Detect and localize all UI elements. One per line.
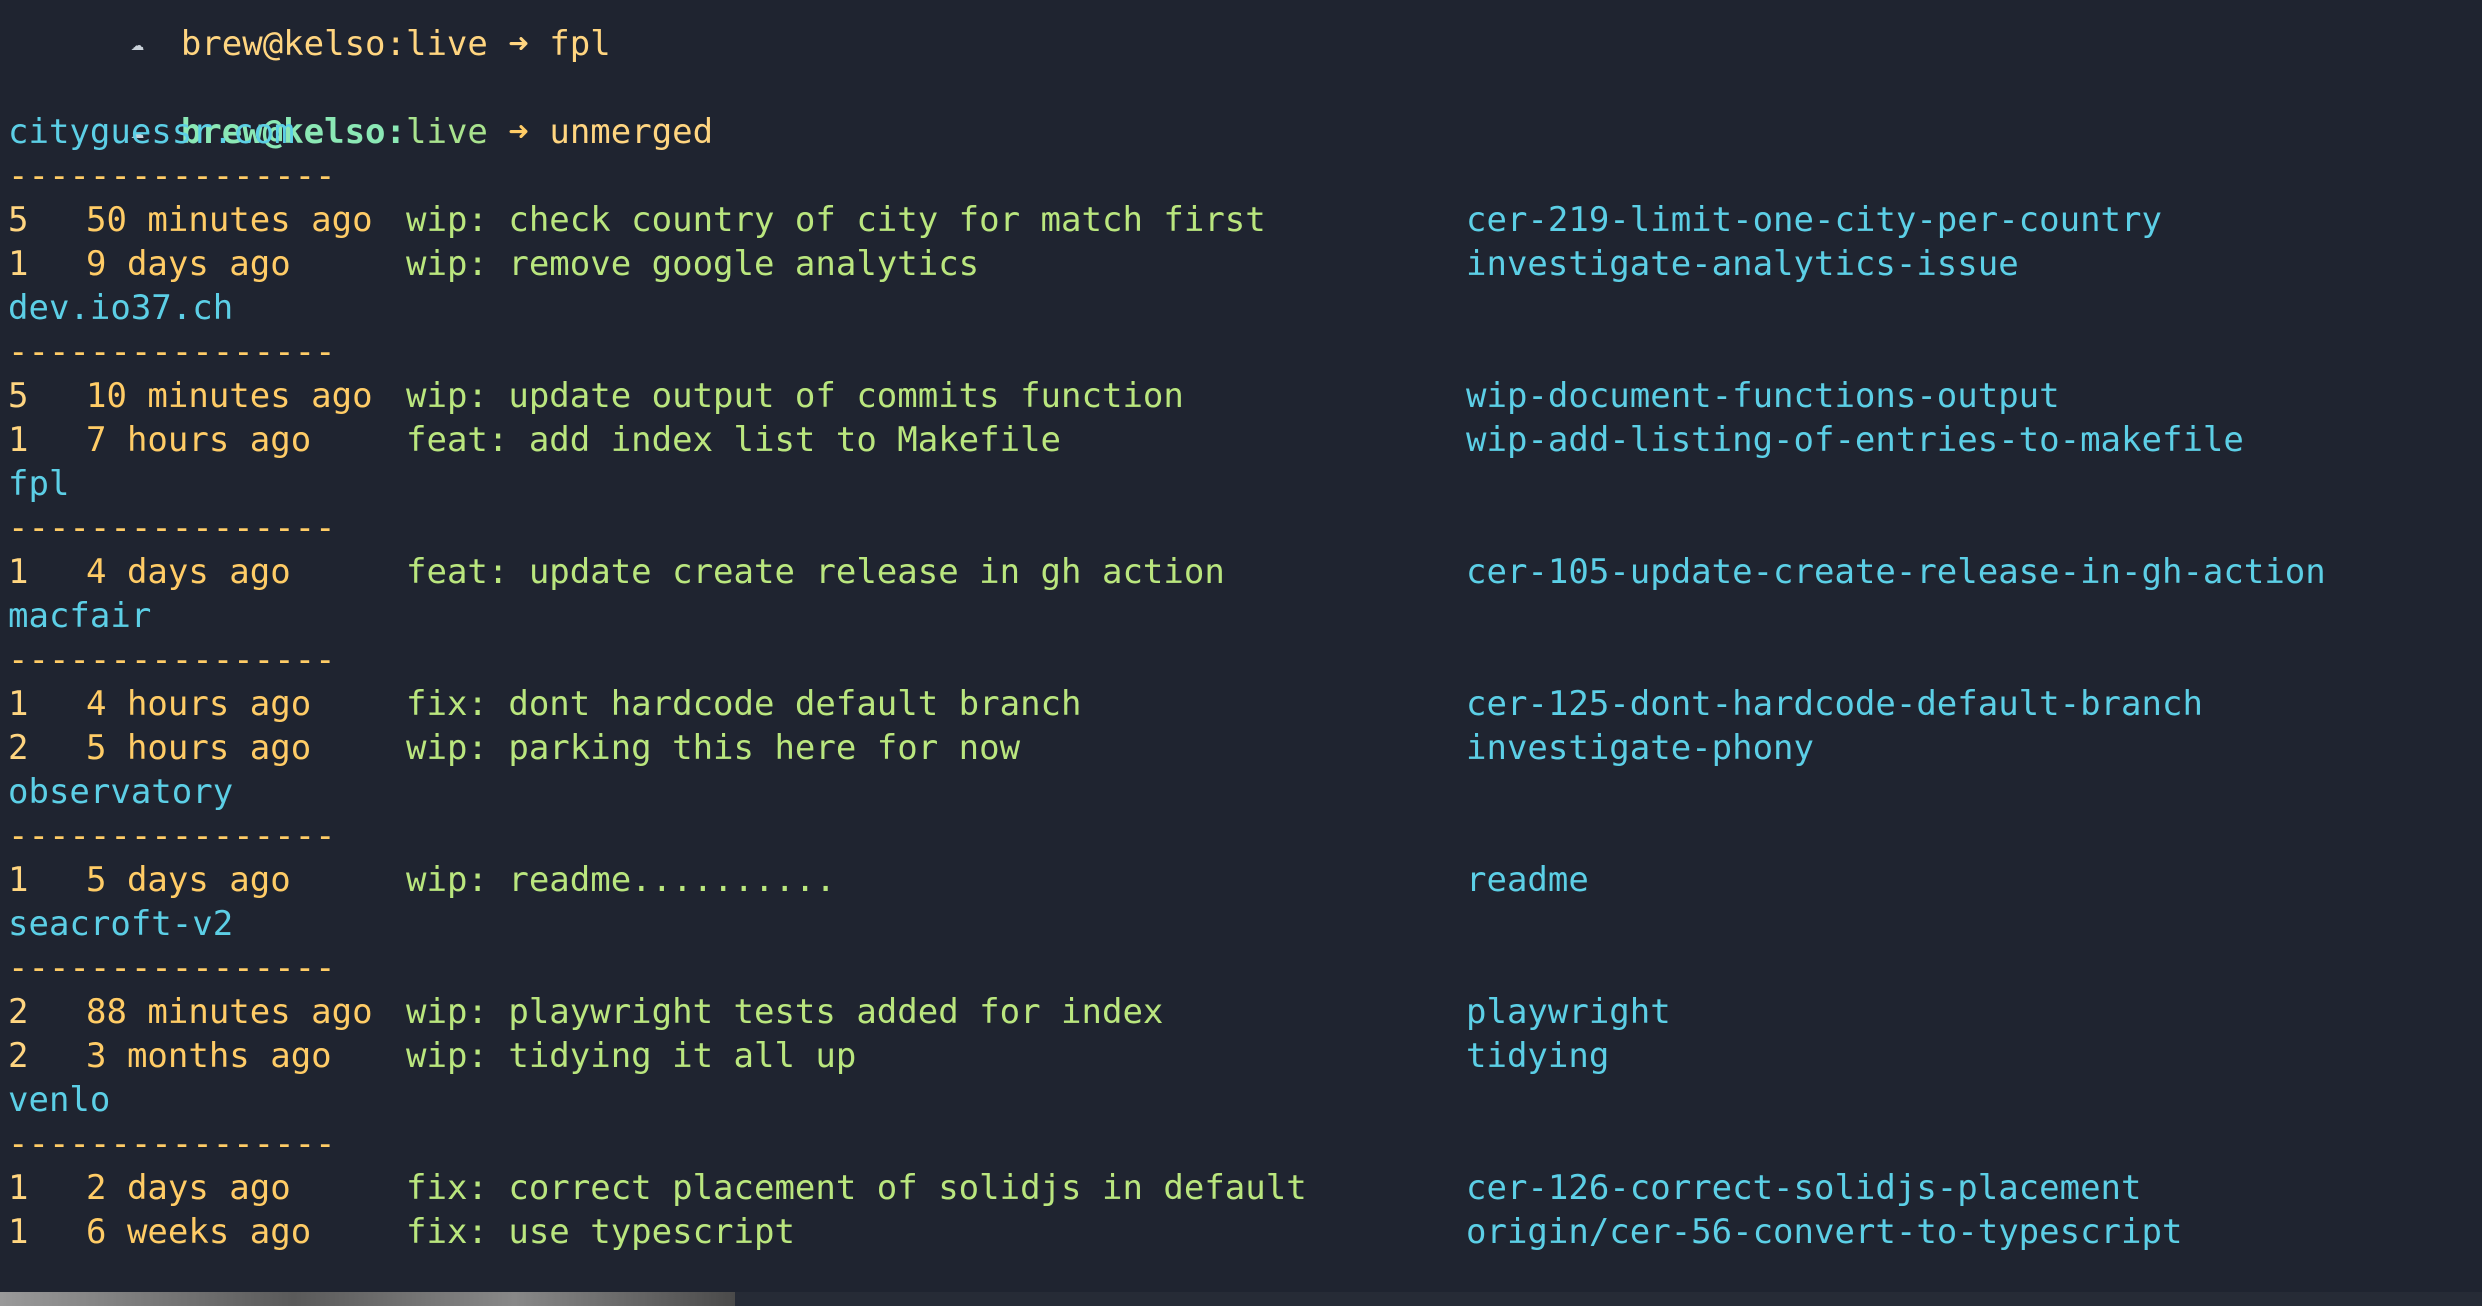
commit-count: 5 [8,200,29,240]
commit-message: feat: add index list to Makefile [406,420,1062,460]
commit-time: 50 minutes ago [86,200,373,240]
terminal-window[interactable]: ☁ brew@kelso:live ➜ fpl ☁ brew@kelso:live … [0,0,2482,1306]
commit-row: 1 5 days ago wip: readme.......... readme [8,858,2478,902]
commit-time: 88 minutes ago [86,992,373,1032]
repo-separator: ---------------- [8,508,336,548]
commit-count: 5 [8,376,29,416]
repo-separator: ---------------- [8,156,336,196]
commit-count: 2 [8,992,29,1032]
branch-name: investigate-phony [1466,728,1814,768]
branch-name: cer-105-update-create-release-in-gh-acti… [1466,552,2326,592]
terminal-output: ☁ brew@kelso:live ➜ fpl ☁ brew@kelso:live … [8,0,2478,1306]
repo-name: cityguessr.com [8,112,295,152]
commit-message: wip: tidying it all up [406,1036,857,1076]
repo-name: venlo [8,1080,111,1120]
branch-name: readme [1466,860,1589,900]
repo-separator: ---------------- [8,640,336,680]
commit-row: 2 5 hours ago wip: parking this here for n… [8,726,2478,770]
commit-time: 6 weeks ago [86,1212,312,1252]
branch-name: wip-add-listing-of-entries-to-makefile [1466,420,2244,460]
commit-row: 2 88 minutes ago wip: playwright tests add… [8,990,2478,1034]
repo-separator: ---------------- [8,816,336,856]
commit-message: feat: update create release in gh action [406,552,1225,592]
commit-time: 4 days ago [86,552,291,592]
commit-row: 5 10 minutes ago wip: update output of com… [8,374,2478,418]
commit-count: 1 [8,420,29,460]
commit-time: 2 days ago [86,1168,291,1208]
branch-name: cer-125-dont-hardcode-default-branch [1466,684,2203,724]
commit-row: 1 2 days ago fix: correct placement of sol… [8,1166,2478,1210]
repo-name: observatory [8,772,234,812]
repo-separator: ---------------- [8,1124,336,1164]
desktop-dock-strip [0,1292,2482,1306]
commit-time: 9 days ago [86,244,291,284]
commit-message: wip: playwright tests added for index [406,992,1164,1032]
commit-count: 2 [8,1036,29,1076]
dock-dark-segment [735,1292,2482,1306]
branch-name: cer-219-limit-one-city-per-country [1466,200,2162,240]
commit-count: 1 [8,1168,29,1208]
commit-time: 7 hours ago [86,420,312,460]
commit-message: fix: correct placement of solidjs in def… [406,1168,1307,1208]
branch-name: investigate-analytics-issue [1466,244,2019,284]
branch-name: wip-document-functions-output [1466,376,2060,416]
commit-message: wip: update output of commits function [406,376,1184,416]
commit-time: 5 days ago [86,860,291,900]
repo-name: macfair [8,596,152,636]
repo-name: seacroft-v2 [8,904,234,944]
repo-separator: ---------------- [8,332,336,372]
repo-name: fpl [8,464,70,504]
commit-time: 5 hours ago [86,728,312,768]
commit-row: 1 9 days ago wip: remove google analytics i… [8,242,2478,286]
commit-row: 5 50 minutes ago wip: check country of cit… [8,198,2478,242]
command-prompt-line: ☁ brew@kelso:live ➜ unmerged [8,66,2478,152]
commit-time: 3 months ago [86,1036,332,1076]
commit-message: wip: parking this here for now [406,728,1021,768]
commit-message: wip: remove google analytics [406,244,980,284]
repo-name: dev.io37.ch [8,288,234,328]
commit-row: 2 3 months ago wip: tidying it all up tidyi… [8,1034,2478,1078]
commit-message: wip: readme.......... [406,860,836,900]
commit-count: 1 [8,684,29,724]
branch-name: playwright [1466,992,1671,1032]
dock-wallpaper-segment [0,1292,735,1306]
commit-message: fix: dont hardcode default branch [406,684,1082,724]
commit-time: 10 minutes ago [86,376,373,416]
commit-message: wip: check country of city for match fir… [406,200,1266,240]
commit-row: 1 4 days ago feat: update create release i… [8,550,2478,594]
commit-time: 4 hours ago [86,684,312,724]
commit-row: 1 4 hours ago fix: dont hardcode default b… [8,682,2478,726]
repo-separator: ---------------- [8,948,336,988]
branch-name: tidying [1466,1036,1610,1076]
commit-count: 1 [8,1212,29,1252]
previous-prompt-line: ☁ brew@kelso:live ➜ fpl [8,0,2478,64]
commit-count: 1 [8,244,29,284]
branch-name: origin/cer-56-convert-to-typescript [1466,1212,2183,1252]
commit-count: 2 [8,728,29,768]
commit-row: 1 7 hours ago feat: add index list to Make… [8,418,2478,462]
branch-name: cer-126-correct-solidjs-placement [1466,1168,2142,1208]
commit-count: 1 [8,860,29,900]
commit-count: 1 [8,552,29,592]
repo-list: cityguessr.com ---------------- 5 50 minute… [8,110,2478,1254]
commit-message: fix: use typescript [406,1212,795,1252]
commit-row: 1 6 weeks ago fix: use typescript origin/ce… [8,1210,2478,1254]
